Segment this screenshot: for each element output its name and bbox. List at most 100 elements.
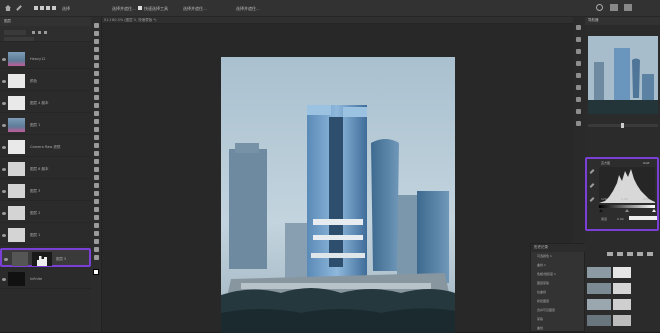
adjustment-mask-3[interactable] [613, 299, 631, 310]
history-item[interactable]: 可选颜色 1 [531, 252, 584, 261]
visibility-eye-icon[interactable] [2, 190, 6, 193]
tool-icon[interactable] [94, 151, 99, 156]
workspace-icon[interactable] [610, 4, 618, 11]
tool-icon[interactable] [94, 79, 99, 84]
adjustment-thumb-3[interactable] [587, 299, 611, 310]
histogram-channel[interactable]: RGB [643, 161, 649, 165]
subtract-selection-icon[interactable] [46, 6, 50, 10]
tool-icon[interactable] [94, 159, 99, 164]
navigator-tab[interactable]: 导航器 [588, 18, 599, 23]
canvas-image[interactable] [221, 57, 455, 333]
panel-toggle-icon[interactable] [576, 25, 581, 30]
tool-icon[interactable] [94, 175, 99, 180]
tool-icon[interactable] [94, 47, 99, 52]
panel-toggle-icon[interactable] [576, 49, 581, 54]
visibility-eye-icon[interactable] [2, 102, 6, 105]
tool-icon[interactable] [94, 55, 99, 60]
tool-icon[interactable] [94, 239, 99, 244]
tool-icon[interactable] [94, 199, 99, 204]
filter-select[interactable] [4, 30, 26, 35]
tool-icon[interactable] [94, 223, 99, 228]
adjustment-mask-4[interactable] [613, 315, 631, 326]
option-label-4[interactable]: 选择并遮住... [183, 5, 207, 12]
visibility-eye-icon[interactable] [2, 278, 6, 281]
layer-row[interactable]: 图层 3 [0, 182, 91, 201]
tool-icon[interactable] [94, 103, 99, 108]
layer-row[interactable]: 图层 6 副本 [0, 160, 91, 179]
visibility-eye-icon[interactable] [2, 124, 6, 127]
layer-row[interactable]: Camera Raw 滤镜 [0, 138, 91, 157]
adjustment-mask-2[interactable] [613, 283, 631, 294]
panel-toggle-icon[interactable] [576, 121, 581, 126]
eyedropper-white-icon[interactable] [589, 197, 595, 202]
tool-icon[interactable] [94, 95, 99, 100]
layer-row[interactable]: Heavy12 [0, 50, 91, 69]
adjustment-thumb-4[interactable] [587, 315, 611, 326]
layer-row[interactable]: 图层 4 副本 [0, 94, 91, 113]
adjustment-mask-1[interactable] [613, 267, 631, 278]
panel-toggle-icon[interactable] [576, 97, 581, 102]
brush-tool-icon[interactable] [16, 5, 22, 11]
tool-icon[interactable] [94, 207, 99, 212]
tool-icon[interactable] [94, 119, 99, 124]
checkbox-icon[interactable] [138, 6, 142, 10]
visibility-eye-icon[interactable] [2, 58, 6, 61]
black-point-slider[interactable] [599, 209, 603, 212]
panel-toggle-icon[interactable] [576, 109, 581, 114]
tool-icon[interactable] [94, 63, 99, 68]
new-selection-icon[interactable] [34, 6, 38, 10]
visibility-eye-icon[interactable] [2, 80, 6, 83]
tool-icon[interactable] [94, 231, 99, 236]
tool-icon[interactable] [94, 215, 99, 220]
panel-toggle-icon[interactable] [576, 61, 581, 66]
history-item[interactable]: 蒙版 [531, 315, 584, 324]
clip-to-layer-icon[interactable] [607, 252, 613, 256]
history-item[interactable]: 新建图层 [531, 297, 584, 306]
filter-pixel-icon[interactable] [32, 31, 35, 34]
eyedropper-gray-icon[interactable] [589, 183, 595, 188]
visibility-eye-icon[interactable] [4, 258, 8, 261]
layer-row[interactable]: Infinite [0, 270, 91, 289]
search-icon[interactable] [596, 4, 603, 11]
reset-icon[interactable] [627, 252, 633, 256]
tool-icon[interactable] [94, 183, 99, 188]
view-previous-icon[interactable] [617, 252, 623, 256]
tool-icon[interactable] [94, 111, 99, 116]
visibility-eye-icon[interactable] [2, 168, 6, 171]
tool-icon[interactable] [94, 167, 99, 172]
share-icon[interactable] [624, 4, 632, 11]
visibility-eye-icon[interactable] [2, 212, 6, 215]
history-item[interactable]: 曲线 1 [531, 261, 584, 270]
navigator-preview[interactable] [588, 36, 658, 114]
tool-icon[interactable] [94, 87, 99, 92]
foreground-color-swatch[interactable] [93, 269, 99, 275]
layer-row[interactable]: 图层 1 [0, 226, 91, 245]
tool-icon[interactable] [94, 71, 99, 76]
document-tab[interactable]: 01-f 60.5% (图层 5, 快速蒙版 *) [104, 18, 156, 23]
visibility-eye-icon[interactable] [2, 146, 6, 149]
tool-icon[interactable] [94, 39, 99, 44]
white-point-slider[interactable] [652, 209, 656, 212]
option-label-1[interactable]: 选择 [62, 5, 70, 12]
eyedropper-icon[interactable] [589, 169, 595, 174]
tool-icon[interactable] [94, 191, 99, 196]
option-label-5[interactable]: 选择并遮住... [236, 5, 260, 12]
panel-toggle-icon[interactable] [576, 37, 581, 42]
filter-adjust-icon[interactable] [38, 31, 41, 34]
gamma-slider[interactable] [625, 209, 629, 212]
history-item[interactable]: 色相/饱和度 1 [531, 270, 584, 279]
tool-icon[interactable] [94, 143, 99, 148]
trash-icon[interactable] [647, 252, 653, 256]
layer-row[interactable]: 图层 5 [0, 248, 91, 267]
visibility-icon[interactable] [637, 252, 643, 256]
adjustment-thumb-2[interactable] [587, 283, 611, 294]
panel-toggle-icon[interactable] [576, 85, 581, 90]
tool-icon[interactable] [94, 255, 99, 260]
filter-type-icon[interactable] [44, 31, 47, 34]
option-label-3[interactable]: 快速选择工具 [144, 5, 168, 12]
history-item[interactable]: 拉曲线 [531, 288, 584, 297]
tool-icon[interactable] [94, 31, 99, 36]
tool-icon[interactable] [94, 23, 99, 28]
history-item[interactable]: 合并可见图层 [531, 306, 584, 315]
visibility-eye-icon[interactable] [2, 234, 6, 237]
